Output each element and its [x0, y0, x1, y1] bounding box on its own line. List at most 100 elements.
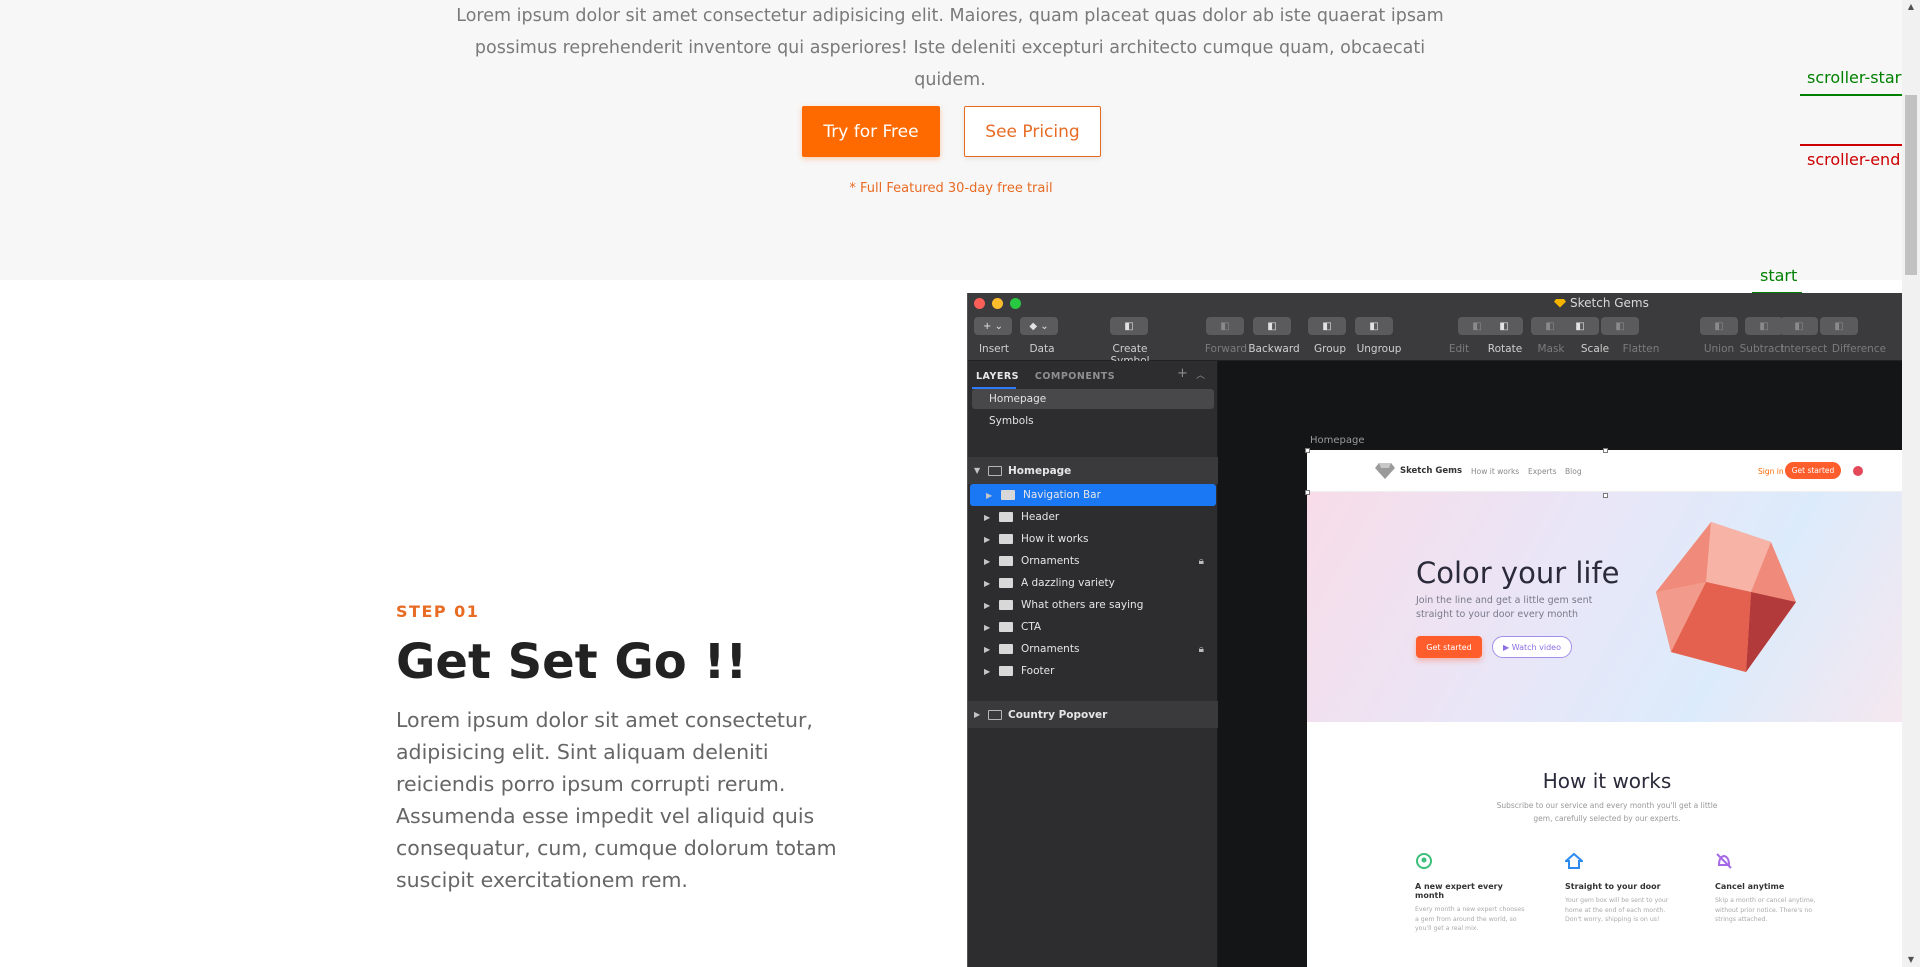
toolbar-label-intersect: Intersect	[1780, 343, 1828, 355]
scrollbar-thumb[interactable]	[1905, 95, 1917, 275]
folder-icon	[999, 666, 1013, 676]
expand-triangle-icon[interactable]: ▶	[984, 601, 994, 610]
scroll-down-arrow-icon[interactable]: ▼	[1906, 955, 1916, 964]
forward-icon[interactable]: ◧	[1206, 317, 1244, 335]
layer-row[interactable]: ▶ Footer	[968, 660, 1218, 682]
toolbar-label-data: Data	[1029, 343, 1055, 355]
selection-handle[interactable]	[1305, 490, 1310, 495]
artboard-get-started: Get started	[1785, 462, 1841, 479]
selection-handle[interactable]	[1305, 448, 1310, 453]
layer-name: Ornaments	[1021, 643, 1080, 655]
canvas-artboard-label: Homepage	[1310, 435, 1365, 446]
expand-triangle-icon[interactable]: ▶	[984, 645, 994, 654]
expand-triangle-icon[interactable]: ▶	[984, 557, 994, 566]
layer-name: Footer	[1021, 665, 1055, 677]
tab-components[interactable]: COMPONENTS	[1035, 371, 1115, 382]
expand-triangle-icon[interactable]: ▶	[984, 623, 994, 632]
selection-handle[interactable]	[1603, 493, 1608, 498]
minimize-window-icon	[992, 298, 1003, 309]
artboard-feature: A new expert every month Every month a n…	[1415, 852, 1525, 934]
step-title: Get Set Go !!	[396, 634, 748, 690]
symbol-icon[interactable]: ◧	[1110, 317, 1148, 335]
artboard-hero: Color your life Join the line and get a …	[1307, 492, 1902, 722]
scale-icon[interactable]: ◧	[1561, 317, 1599, 335]
sidebar-tabs: LAYERS COMPONENTS	[976, 371, 1115, 382]
see-pricing-button[interactable]: See Pricing	[964, 106, 1101, 157]
folder-icon	[999, 600, 1013, 610]
difference-icon[interactable]: ◧	[1820, 317, 1858, 335]
bell-off-icon	[1716, 853, 1732, 869]
expand-triangle-icon[interactable]: ▶	[984, 667, 994, 676]
folder-icon	[999, 578, 1013, 588]
lock-icon[interactable]: 🔒︎	[1199, 556, 1204, 567]
folder-icon	[1001, 490, 1015, 500]
scroller-end-line	[1800, 144, 1902, 146]
subtract-icon[interactable]: ◧	[1745, 317, 1783, 335]
expand-triangle-icon[interactable]: ▶	[986, 491, 996, 500]
house-icon	[1563, 852, 1585, 869]
scroll-up-arrow-icon[interactable]: ▲	[1906, 2, 1916, 11]
intersect-icon[interactable]: ◧	[1780, 317, 1818, 335]
rotate-icon[interactable]: ◧	[1485, 317, 1523, 335]
hero-section: Lorem ipsum dolor sit amet consectetur a…	[0, 0, 1902, 280]
artboard-nav: Sketch Gems How it works Experts Blog Si…	[1307, 450, 1902, 492]
data-icon[interactable]: ◆ ⌄	[1020, 317, 1058, 335]
hero-description: Lorem ipsum dolor sit amet consectetur a…	[456, 6, 1444, 90]
layer-row[interactable]: ▶ Ornaments 🔒︎	[968, 638, 1218, 660]
expand-triangle-icon[interactable]: ▶	[984, 579, 994, 588]
flatten-icon[interactable]: ◧	[1601, 317, 1639, 335]
artboard-row-country-popover[interactable]: ▶ Country Popover	[968, 701, 1218, 728]
page-item-symbols[interactable]: Symbols	[972, 411, 1214, 431]
scroller-start-marker: scroller-start	[1807, 68, 1908, 87]
add-page-icon[interactable]: +	[1177, 366, 1188, 381]
tab-layers[interactable]: LAYERS	[976, 371, 1019, 382]
union-icon[interactable]: ◧	[1700, 317, 1738, 335]
plus-icon[interactable]: + ⌄	[974, 317, 1012, 335]
close-window-icon	[974, 298, 985, 309]
artboard-nav-link: Experts	[1528, 467, 1557, 476]
layer-row[interactable]: ▶ Header	[968, 506, 1218, 528]
red-gem-icon	[1656, 522, 1796, 672]
layer-name: What others are saying	[1021, 599, 1144, 611]
layer-row[interactable]: ▶ CTA	[968, 616, 1218, 638]
artboard-hero-sub: Join the line and get a little gem sent …	[1416, 595, 1593, 620]
folder-icon	[999, 622, 1013, 632]
scroller-end-marker: scroller-end	[1807, 150, 1901, 169]
artboard-feature: Cancel anytime Skip a month or cancel an…	[1715, 852, 1825, 925]
artboard-how-it-works-sub: Subscribe to our service and every month…	[1496, 801, 1718, 823]
folder-icon	[999, 556, 1013, 566]
folder-icon	[999, 644, 1013, 654]
artboard-nav-link: How it works	[1471, 467, 1520, 476]
expert-icon	[1416, 853, 1432, 869]
selection-handle[interactable]	[1603, 448, 1608, 453]
collapse-triangle-icon[interactable]: ▶	[974, 710, 984, 719]
layer-name: A dazzling variety	[1021, 577, 1115, 589]
layer-row[interactable]: ▶ What others are saying	[968, 594, 1218, 616]
page-item-homepage[interactable]: Homepage	[972, 389, 1214, 409]
group-icon[interactable]: ◧	[1308, 317, 1346, 335]
app-titlebar: Sketch Gems + ⌄Insert◆ ⌄Data◧Create Symb…	[968, 293, 1902, 367]
layer-name: Ornaments	[1021, 555, 1080, 567]
artboard-icon	[988, 465, 1002, 476]
layer-row[interactable]: ▶ A dazzling variety	[968, 572, 1218, 594]
artboard-row-homepage[interactable]: ▼ Homepage	[968, 457, 1218, 484]
sketch-logo-icon	[1554, 298, 1566, 308]
expand-triangle-icon[interactable]: ▶	[984, 535, 994, 544]
try-for-free-button[interactable]: Try for Free	[802, 106, 940, 157]
expand-triangle-icon[interactable]: ▶	[984, 513, 994, 522]
layer-row[interactable]: ▶ How it works	[968, 528, 1218, 550]
maximize-window-icon	[1010, 298, 1021, 309]
toolbar-label-difference: Difference	[1831, 343, 1887, 355]
layer-name: Navigation Bar	[1023, 489, 1101, 501]
toolbar-label-backward: Backward	[1248, 343, 1300, 355]
artboard-hero-get-started: Get started	[1416, 636, 1482, 658]
artboard-sign-in: Sign in	[1758, 467, 1784, 476]
expand-triangle-icon[interactable]: ▼	[974, 466, 984, 475]
layer-row[interactable]: ▶ Navigation Bar	[970, 484, 1216, 506]
backward-icon[interactable]: ◧	[1253, 317, 1291, 335]
layer-row[interactable]: ▶ Ornaments 🔒︎	[968, 550, 1218, 572]
ungroup-icon[interactable]: ◧	[1355, 317, 1393, 335]
collapse-pages-icon[interactable]: ︿	[1196, 368, 1205, 381]
sketch-app-screenshot: Sketch Gems + ⌄Insert◆ ⌄Data◧Create Symb…	[967, 293, 1902, 967]
lock-icon[interactable]: 🔒︎	[1199, 644, 1204, 655]
